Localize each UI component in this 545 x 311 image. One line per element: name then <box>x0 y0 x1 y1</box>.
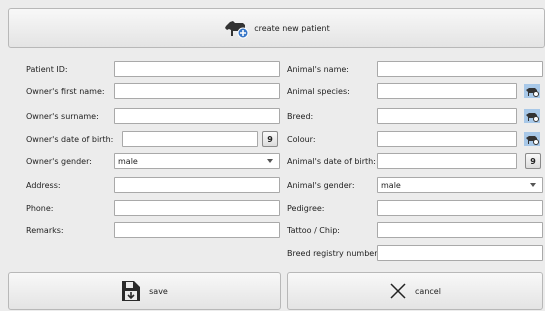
animals-lookup-icon <box>524 109 540 123</box>
calendar-icon: 9 <box>267 134 273 144</box>
cancel-button[interactable]: cancel <box>287 272 543 310</box>
horse-add-icon <box>225 21 249 39</box>
patient-id-input[interactable] <box>114 61 280 77</box>
colour-input[interactable] <box>377 131 517 147</box>
animal-gender-select[interactable]: male <box>377 177 543 193</box>
owner-gender-select[interactable]: male <box>114 153 280 169</box>
owner-first-name-input[interactable] <box>114 83 280 99</box>
header-title: create new patient <box>254 23 330 33</box>
pedigree-input[interactable] <box>377 200 543 216</box>
address-input[interactable] <box>114 177 280 193</box>
save-button[interactable]: save <box>8 272 281 310</box>
species-lookup-button[interactable] <box>524 83 540 99</box>
remarks-label: Remarks: <box>26 225 64 235</box>
breed-registry-input[interactable] <box>377 245 543 261</box>
breed-label: Breed: <box>287 111 314 121</box>
cancel-label: cancel <box>415 286 441 296</box>
phone-label: Phone: <box>26 203 54 213</box>
animal-dob-calendar-button[interactable]: 9 <box>525 153 541 169</box>
breed-registry-label: Breed registry number: <box>287 248 381 258</box>
animals-lookup-icon <box>524 132 540 146</box>
breed-input[interactable] <box>377 108 517 124</box>
animal-gender-value: male <box>381 180 401 190</box>
close-icon <box>390 283 406 299</box>
patient-id-label: Patient ID: <box>26 64 68 74</box>
pedigree-label: Pedigree: <box>287 203 325 213</box>
save-label: save <box>149 286 168 296</box>
breed-lookup-button[interactable] <box>524 108 540 124</box>
remarks-input[interactable] <box>114 222 280 238</box>
colour-lookup-button[interactable] <box>524 131 540 147</box>
create-new-patient-button[interactable]: create new patient <box>8 8 545 48</box>
animal-species-input[interactable] <box>377 83 517 99</box>
animals-lookup-icon <box>524 84 540 98</box>
tattoo-chip-input[interactable] <box>377 222 543 238</box>
animal-name-label: Animal's name: <box>287 64 349 74</box>
owner-dob-calendar-button[interactable]: 9 <box>262 131 278 147</box>
owner-surname-input[interactable] <box>114 108 280 124</box>
owner-gender-value: male <box>118 156 138 166</box>
owner-gender-label: Owner's gender: <box>26 156 92 166</box>
animal-dob-label: Animal's date of birth: <box>287 156 376 166</box>
phone-input[interactable] <box>114 200 280 216</box>
address-label: Address: <box>26 180 61 190</box>
owner-surname-label: Owner's surname: <box>26 111 99 121</box>
animal-dob-input[interactable] <box>377 153 517 169</box>
owner-first-name-label: Owner's first name: <box>26 86 105 96</box>
owner-dob-input[interactable] <box>122 131 258 147</box>
animal-gender-label: Animal's gender: <box>287 180 355 190</box>
chevron-down-icon <box>530 183 536 187</box>
animal-name-input[interactable] <box>377 61 543 77</box>
colour-label: Colour: <box>287 134 316 144</box>
save-icon <box>122 281 141 301</box>
chevron-down-icon <box>267 159 273 163</box>
tattoo-chip-label: Tattoo / Chip: <box>287 225 340 235</box>
animal-species-label: Animal species: <box>287 86 350 96</box>
owner-dob-label: Owner's date of birth: <box>26 134 114 144</box>
calendar-icon: 9 <box>530 156 536 166</box>
